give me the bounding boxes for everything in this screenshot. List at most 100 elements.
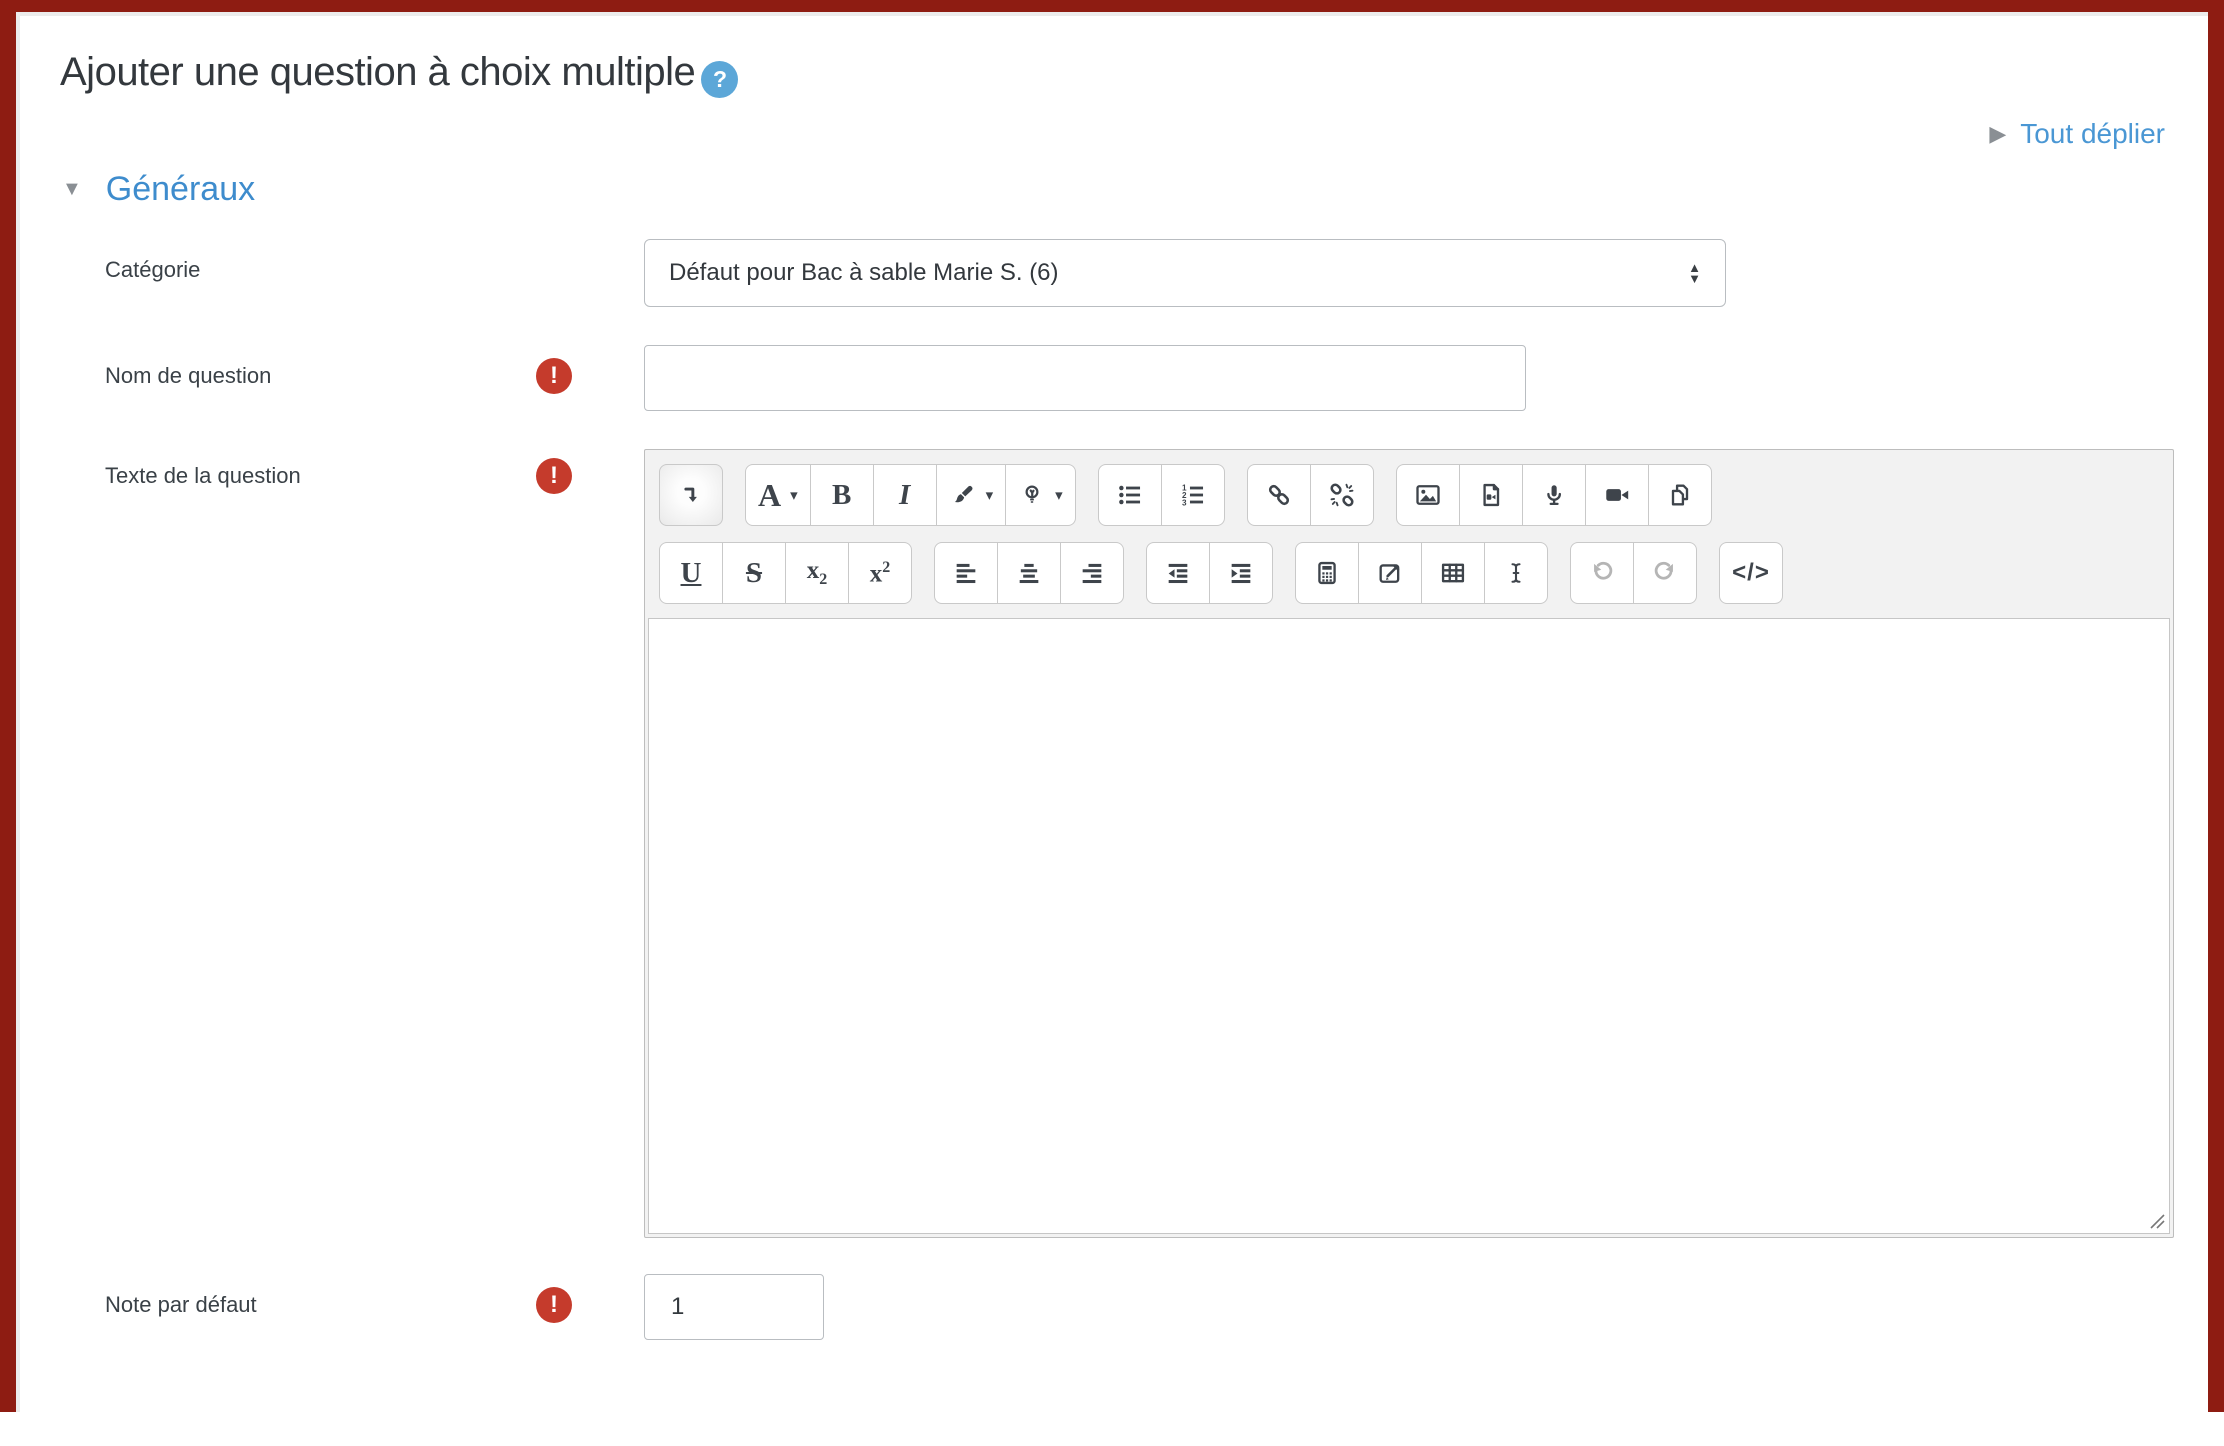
image-icon [1414,481,1442,509]
align-center-button[interactable] [997,542,1061,604]
chevron-down-icon: ▾ [1055,486,1063,504]
insert-image-button[interactable] [1396,464,1460,526]
question-text-area[interactable] [648,618,2170,1234]
underline-icon: U [681,559,702,588]
toolbar-group-textstyle: U S x2 x2 [659,542,912,604]
question-text-row: Texte de la question ! A ▾ [16,449,2208,1238]
question-form-page: Ajouter une question à choix multiple ? … [16,46,2208,1446]
manage-files-button[interactable] [1648,464,1712,526]
toolbar-group-format: A ▾ B I ▾ [745,464,1076,526]
font-style-button[interactable]: A ▾ [745,464,811,526]
toolbar-group-toggle [659,464,723,526]
subscript-button[interactable]: x2 [785,542,849,604]
superscript-button[interactable]: x2 [848,542,912,604]
table-button[interactable] [1421,542,1485,604]
record-video-button[interactable] [1585,464,1649,526]
link-button[interactable] [1247,464,1311,526]
text-cursor-button[interactable] [1484,542,1548,604]
ordered-list-button[interactable]: 1 2 3 [1161,464,1225,526]
record-audio-button[interactable] [1522,464,1586,526]
toolbar-group-insert [1295,542,1548,604]
help-icon[interactable]: ? [701,61,738,98]
outdent-icon [1164,559,1192,587]
bold-icon: B [832,481,851,510]
html-code-icon: </> [1732,561,1770,585]
superscript-icon: x2 [870,560,891,586]
stepper-down-icon: ▼ [1688,273,1701,284]
unordered-list-button[interactable] [1098,464,1162,526]
question-name-row: Nom de question ! [16,345,2208,411]
toolbar-group-indent [1146,542,1273,604]
italic-icon: I [899,481,910,510]
rich-text-editor: A ▾ B I ▾ [644,449,2174,1238]
edit-widget-button[interactable] [1358,542,1422,604]
toolbar-group-media [1396,464,1712,526]
category-label: Catégorie [105,255,200,285]
toolbar-group-history [1570,542,1697,604]
editor-toolbar-row2: U S x2 x2 [645,526,2173,604]
align-right-button[interactable] [1060,542,1124,604]
toolbar-group-html: </> [1719,542,1783,604]
default-grade-label-col: Note par défaut ! [16,1274,644,1323]
page: { "colors": { "frame": "#8e1c12", "link"… [0,0,2224,1412]
category-row: Catégorie Défaut pour Bac à sable Marie … [16,239,2208,307]
align-right-icon [1078,559,1106,587]
paintbrush-icon [949,481,977,509]
text-color-button[interactable]: ▾ [936,464,1007,526]
underline-button[interactable]: U [659,542,723,604]
chevron-down-icon: ▾ [790,486,798,504]
redo-button[interactable] [1633,542,1697,604]
category-select[interactable]: Défaut pour Bac à sable Marie S. (6) ▲ ▼ [644,239,1726,307]
link-icon [1265,481,1293,509]
editor-toolbar-row1: A ▾ B I ▾ [645,450,2173,526]
bold-button[interactable]: B [810,464,874,526]
question-name-input[interactable] [644,345,1526,411]
chevron-down-icon: ▾ [986,486,994,504]
lightbulb-icon [1018,481,1046,509]
equation-editor-button[interactable] [1295,542,1359,604]
section-collapse-icon: ▼ [62,178,82,201]
question-text-label: Texte de la question [105,461,301,491]
undo-icon [1588,559,1616,587]
toolbar-group-links [1247,464,1374,526]
microphone-icon [1540,481,1568,509]
toolbar-collapse-button[interactable] [659,464,723,526]
resize-handle-icon[interactable] [2145,1209,2167,1231]
italic-button[interactable]: I [873,464,937,526]
default-grade-row: Note par défaut ! [16,1274,2208,1340]
toolbar-group-lists: 1 2 3 [1098,464,1225,526]
numbered-list-icon: 1 2 3 [1179,481,1207,509]
documents-icon [1666,481,1694,509]
align-left-button[interactable] [934,542,998,604]
undo-button[interactable] [1570,542,1634,604]
select-stepper-icon: ▲ ▼ [1688,262,1701,284]
bullet-list-icon [1116,481,1144,509]
strikethrough-button[interactable]: S [722,542,786,604]
toolbar-group-align [934,542,1124,604]
subscript-icon: x2 [807,558,828,588]
section-title: Généraux [106,170,255,209]
required-icon: ! [536,458,572,494]
page-title: Ajouter une question à choix multiple ? [60,46,2208,98]
table-icon [1439,559,1467,587]
video-camera-icon [1603,481,1631,509]
align-left-icon [952,559,980,587]
expand-all-triangle-icon: ▶ [1989,121,2006,146]
page-title-text: Ajouter une question à choix multiple [60,46,695,98]
calculator-icon [1313,559,1341,587]
strikethrough-icon: S [746,559,762,588]
html-source-button[interactable]: </> [1719,542,1783,604]
expand-all-link[interactable]: Tout déplier [2020,118,2165,149]
section-header-general[interactable]: ▼ Généraux [62,170,2208,209]
category-selected-value: Défaut pour Bac à sable Marie S. (6) [669,259,1059,287]
hint-button[interactable]: ▾ [1005,464,1076,526]
required-icon: ! [536,1287,572,1323]
unlink-button[interactable] [1310,464,1374,526]
indent-icon [1227,559,1255,587]
default-grade-input[interactable] [644,1274,824,1340]
media-file-icon [1477,481,1505,509]
question-name-label: Nom de question [105,361,271,391]
indent-button[interactable] [1209,542,1273,604]
outdent-button[interactable] [1146,542,1210,604]
insert-media-button[interactable] [1459,464,1523,526]
